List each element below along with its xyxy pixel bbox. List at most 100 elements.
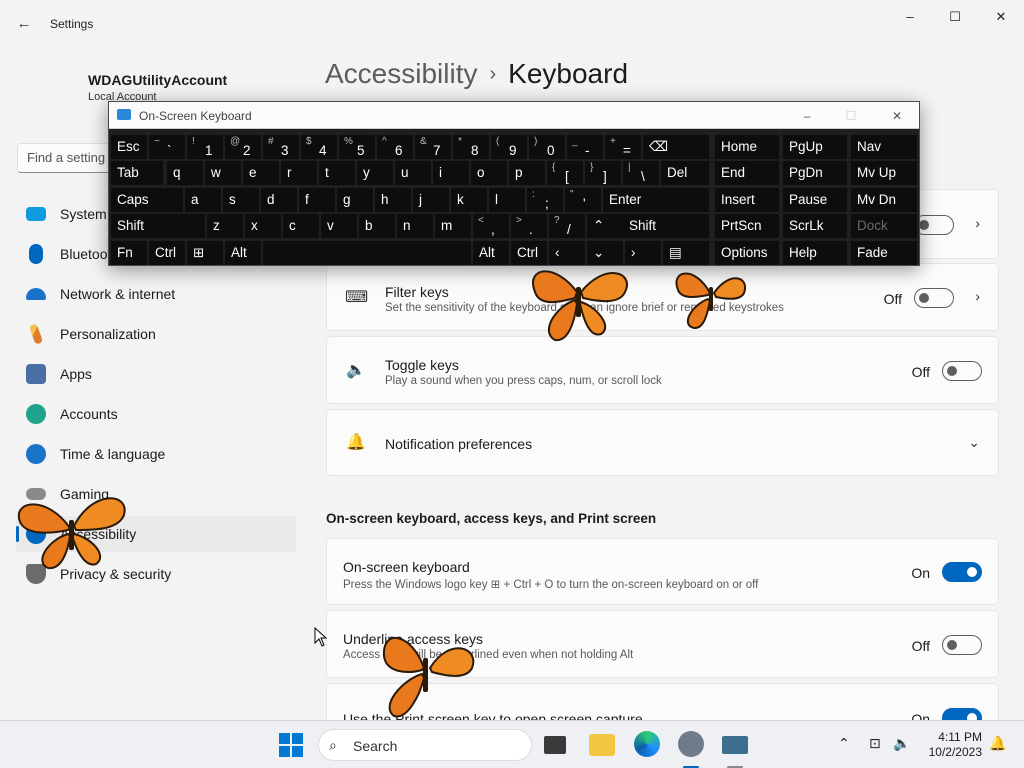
- key-a[interactable]: a: [185, 188, 221, 212]
- key-num-3[interactable]: #3: [263, 135, 299, 159]
- volume-icon[interactable]: 🔈: [893, 735, 910, 752]
- key-fade[interactable]: Fade: [851, 241, 917, 265]
- key-sym-a-1[interactable]: " ': [565, 188, 601, 212]
- key-k[interactable]: k: [451, 188, 487, 212]
- osk-close-button[interactable]: ✕: [877, 106, 917, 126]
- key-pgdn[interactable]: PgDn: [783, 161, 847, 185]
- windows-start-icon[interactable]: [279, 733, 303, 757]
- sidebar-item-network[interactable]: Network & internet: [16, 276, 296, 312]
- key-p[interactable]: p: [509, 161, 545, 185]
- key-o[interactable]: o: [471, 161, 507, 185]
- key-fn[interactable]: Fn: [111, 241, 147, 265]
- key-x[interactable]: x: [245, 214, 281, 238]
- key-num-2[interactable]: @2: [225, 135, 261, 159]
- backspace-icon[interactable]: ⌫: [643, 135, 709, 159]
- windows-key-icon[interactable]: ⊞: [187, 241, 223, 265]
- key-l[interactable]: l: [489, 188, 525, 212]
- filter-keys-toggle[interactable]: [914, 288, 954, 308]
- key-sym-q-2[interactable]: | \: [623, 161, 659, 185]
- key-options[interactable]: Options: [715, 241, 779, 265]
- key-c[interactable]: c: [283, 214, 319, 238]
- key-sym-a-0[interactable]: :;: [527, 188, 563, 212]
- sticky-keys-toggle[interactable]: [914, 215, 954, 235]
- key-esc[interactable]: Esc: [111, 135, 147, 159]
- key-w[interactable]: w: [205, 161, 241, 185]
- file-explorer-icon[interactable]: [589, 734, 615, 756]
- key-space[interactable]: [263, 241, 471, 265]
- key-pause[interactable]: Pause: [783, 188, 847, 212]
- notification-preferences-card[interactable]: 🔔 Notification preferences ⌄: [326, 409, 999, 476]
- sidebar-item-personalization[interactable]: Personalization: [16, 316, 296, 352]
- key-enter[interactable]: Enter: [603, 188, 709, 212]
- key-mvdn[interactable]: Mv Dn: [851, 188, 917, 212]
- search-input[interactable]: Find a setting: [17, 143, 117, 173]
- key-y[interactable]: y: [357, 161, 393, 185]
- key-help[interactable]: Help: [783, 241, 847, 265]
- key-insert[interactable]: Insert: [715, 188, 779, 212]
- key-pgup[interactable]: PgUp: [783, 135, 847, 159]
- key-g[interactable]: g: [337, 188, 373, 212]
- on-screen-keyboard-app-icon[interactable]: [722, 736, 748, 754]
- key-n[interactable]: n: [397, 214, 433, 238]
- key-num-10[interactable]: ) 0: [529, 135, 565, 159]
- key-num-9[interactable]: (9: [491, 135, 527, 159]
- on-screen-keyboard-toggle[interactable]: [942, 562, 982, 582]
- key-f[interactable]: f: [299, 188, 335, 212]
- key-h[interactable]: h: [375, 188, 411, 212]
- print-screen-toggle[interactable]: [942, 708, 982, 720]
- key-shift-left[interactable]: Shift: [111, 214, 205, 238]
- key-alt-left[interactable]: Alt: [225, 241, 261, 265]
- key-t[interactable]: t: [319, 161, 355, 185]
- key-del[interactable]: Del: [661, 161, 709, 185]
- key-j[interactable]: j: [413, 188, 449, 212]
- notification-bell-icon[interactable]: 🔔: [989, 735, 1006, 752]
- key-caps[interactable]: Caps: [111, 188, 183, 212]
- key-q[interactable]: q: [167, 161, 203, 185]
- key-m[interactable]: m: [435, 214, 471, 238]
- key-num-8[interactable]: * 8: [453, 135, 489, 159]
- minimize-button[interactable]: –: [887, 6, 933, 28]
- key-num-4[interactable]: $4: [301, 135, 337, 159]
- key-sym-z-1[interactable]: >.: [511, 214, 547, 238]
- sidebar-item-time-language[interactable]: Time & language: [16, 436, 296, 472]
- edge-browser-icon[interactable]: [634, 731, 660, 757]
- key-v[interactable]: v: [321, 214, 357, 238]
- key-num-0[interactable]: ~ `: [149, 135, 185, 159]
- close-button[interactable]: ✕: [978, 6, 1024, 28]
- key-z[interactable]: z: [207, 214, 243, 238]
- clock[interactable]: 4:11 PM 10/2/2023: [922, 730, 982, 760]
- key-sym-q-1[interactable]: }]: [585, 161, 621, 185]
- task-view-icon[interactable]: [544, 736, 566, 754]
- key-mvup[interactable]: Mv Up: [851, 161, 917, 185]
- breadcrumb-parent[interactable]: Accessibility: [325, 58, 477, 89]
- key-home[interactable]: Home: [715, 135, 779, 159]
- key-num-12[interactable]: + =: [605, 135, 641, 159]
- key-num-6[interactable]: ^ 6: [377, 135, 413, 159]
- key-sym-q-0[interactable]: {[: [547, 161, 583, 185]
- key-shift-right[interactable]: Shift: [623, 214, 709, 238]
- key-end[interactable]: End: [715, 161, 779, 185]
- taskbar-search[interactable]: ⌕ Search: [318, 729, 532, 761]
- network-icon[interactable]: ⊡: [869, 735, 881, 752]
- key-alt-right[interactable]: Alt: [473, 241, 509, 265]
- key-d[interactable]: d: [261, 188, 297, 212]
- sidebar-item-apps[interactable]: Apps: [16, 356, 296, 392]
- key-u[interactable]: u: [395, 161, 431, 185]
- key-sym-z-2[interactable]: ? /: [549, 214, 585, 238]
- key-tab[interactable]: Tab: [111, 161, 163, 185]
- menu-key-icon[interactable]: ▤: [663, 241, 709, 265]
- sidebar-item-accounts[interactable]: Accounts: [16, 396, 296, 432]
- maximize-button[interactable]: ☐: [932, 6, 978, 28]
- settings-gear-icon[interactable]: [678, 731, 704, 757]
- key-sym-z-0[interactable]: <,: [473, 214, 509, 238]
- key-num-7[interactable]: & 7: [415, 135, 451, 159]
- key-scrlk[interactable]: ScrLk: [783, 214, 847, 238]
- key-num-11[interactable]: _ -: [567, 135, 603, 159]
- key-num-5[interactable]: % 5: [339, 135, 375, 159]
- key-e[interactable]: e: [243, 161, 279, 185]
- osk-minimize-button[interactable]: –: [787, 106, 827, 126]
- key-prtscn[interactable]: PrtScn: [715, 214, 779, 238]
- key-ctrl-left[interactable]: Ctrl: [149, 241, 185, 265]
- arrow-up-icon[interactable]: ⌃: [587, 214, 623, 238]
- key-nav[interactable]: Nav: [851, 135, 917, 159]
